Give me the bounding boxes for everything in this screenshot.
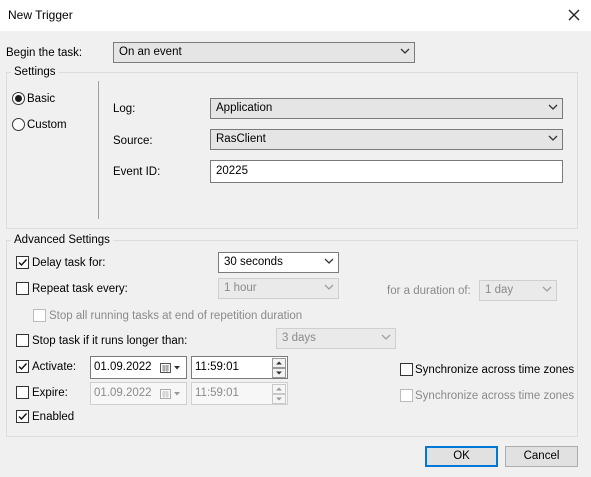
event-id-input[interactable]: 20225 — [210, 160, 563, 183]
duration-value: 1 day — [485, 284, 514, 296]
settings-divider — [98, 81, 99, 219]
chevron-down-icon — [381, 334, 391, 340]
activate-label[interactable]: Activate: — [32, 360, 76, 374]
activate-date-picker[interactable]: 01.09.2022 — [90, 356, 187, 379]
log-label: Log: — [113, 103, 136, 115]
spin-up-icon[interactable] — [272, 358, 286, 368]
expire-time-picker[interactable]: 11:59:01 — [191, 382, 288, 405]
chevron-down-icon — [324, 284, 334, 290]
custom-radio[interactable] — [12, 118, 25, 131]
custom-radio-label[interactable]: Custom — [27, 118, 67, 132]
expire-time-value: 11:59:01 — [195, 387, 239, 399]
delay-value: 30 seconds — [224, 256, 283, 268]
title-bar — [0, 0, 591, 31]
chevron-down-icon — [324, 258, 334, 264]
spin-down-icon[interactable] — [272, 368, 286, 378]
sync-timezones-checkbox[interactable] — [400, 363, 413, 376]
delay-label[interactable]: Delay task for: — [32, 256, 106, 270]
expire-date-value: 01.09.2022 — [94, 387, 152, 399]
activate-time-picker[interactable]: 11:59:01 — [191, 356, 288, 379]
chevron-down-icon — [548, 104, 558, 110]
source-label: Source: — [113, 135, 153, 147]
calendar-icon — [160, 363, 180, 373]
sync-timezones-expire-checkbox[interactable] — [400, 389, 413, 402]
stop-all-label[interactable]: Stop all running tasks at end of repetit… — [49, 309, 302, 323]
stop-longer-dropdown[interactable]: 3 days — [276, 328, 396, 349]
stop-longer-value: 3 days — [282, 332, 316, 344]
enabled-checkbox[interactable] — [16, 410, 29, 423]
repeat-dropdown[interactable]: 1 hour — [218, 278, 339, 299]
repeat-value: 1 hour — [224, 282, 257, 294]
stop-all-checkbox[interactable] — [33, 309, 46, 322]
duration-dropdown[interactable]: 1 day — [479, 280, 557, 301]
source-dropdown[interactable]: RasClient — [210, 129, 563, 150]
stop-longer-label[interactable]: Stop task if it runs longer than: — [32, 334, 187, 348]
chevron-down-icon — [542, 286, 552, 292]
source-value: RasClient — [216, 133, 266, 145]
window-title: New Trigger — [8, 8, 73, 22]
begin-task-value: On an event — [119, 46, 182, 58]
expire-checkbox[interactable] — [16, 386, 29, 399]
stop-longer-checkbox[interactable] — [16, 334, 29, 347]
settings-group-label: Settings — [11, 65, 59, 79]
begin-task-dropdown[interactable]: On an event — [113, 42, 415, 63]
spin-down-icon[interactable] — [272, 394, 286, 404]
close-icon[interactable] — [566, 6, 582, 24]
chevron-down-icon — [400, 48, 410, 54]
checkmark-icon — [18, 363, 28, 371]
chevron-down-icon — [548, 135, 558, 141]
activate-time-value: 11:59:01 — [195, 361, 239, 373]
delay-dropdown[interactable]: 30 seconds — [218, 252, 339, 273]
settings-group — [6, 72, 578, 229]
enabled-label[interactable]: Enabled — [32, 410, 74, 424]
expire-date-picker[interactable]: 01.09.2022 — [90, 382, 187, 405]
expire-label[interactable]: Expire: — [32, 386, 68, 400]
sync-timezones-label[interactable]: Synchronize across time zones — [415, 363, 574, 377]
begin-task-label: Begin the task: — [6, 47, 83, 59]
advanced-settings-label: Advanced Settings — [11, 233, 113, 247]
sync-timezones-expire-label[interactable]: Synchronize across time zones — [415, 389, 574, 403]
ok-button[interactable]: OK — [425, 446, 498, 467]
calendar-icon — [160, 389, 180, 399]
basic-radio[interactable] — [12, 92, 25, 105]
delay-checkbox[interactable] — [16, 256, 29, 269]
activate-date-value: 01.09.2022 — [94, 361, 152, 373]
checkmark-icon — [18, 259, 28, 267]
log-value: Application — [216, 102, 273, 114]
log-dropdown[interactable]: Application — [210, 98, 563, 119]
activate-checkbox[interactable] — [16, 360, 29, 373]
basic-radio-label[interactable]: Basic — [27, 92, 55, 106]
event-id-label: Event ID: — [113, 166, 161, 178]
repeat-label[interactable]: Repeat task every: — [32, 282, 128, 296]
checkmark-icon — [18, 413, 28, 421]
cancel-button[interactable]: Cancel — [505, 446, 578, 467]
repeat-checkbox[interactable] — [16, 282, 29, 295]
duration-label: for a duration of: — [387, 285, 471, 297]
spin-up-icon[interactable] — [272, 384, 286, 394]
